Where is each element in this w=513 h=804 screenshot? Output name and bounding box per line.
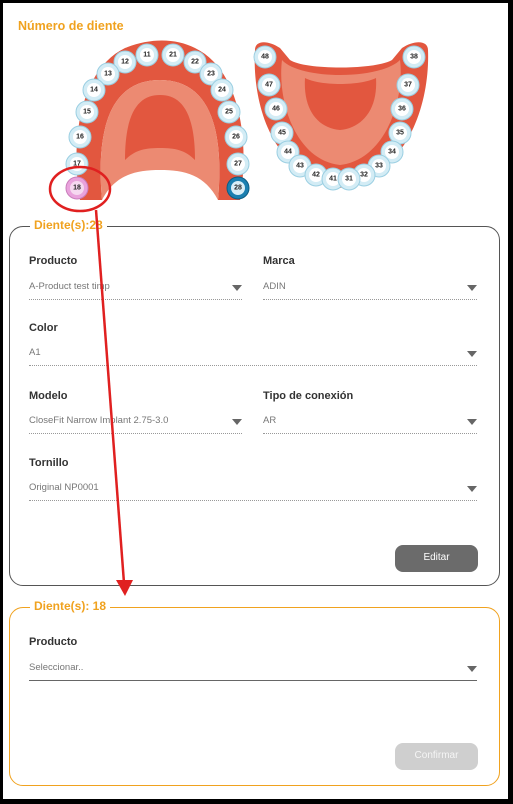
tooth-number: 36	[398, 106, 406, 113]
producto-select[interactable]: Seleccionar..	[29, 658, 477, 681]
tooth-number: 47	[265, 82, 273, 89]
color-value: A1	[29, 347, 41, 358]
tooth-48[interactable]: 48	[253, 45, 277, 69]
chevron-down-icon	[467, 351, 477, 357]
modelo-label: Modelo	[29, 390, 68, 402]
tooth-46[interactable]: 46	[264, 97, 288, 121]
edit-button[interactable]: Editar	[395, 545, 478, 572]
producto-label: Producto	[29, 255, 78, 267]
tooth-number: 43	[296, 163, 304, 170]
tornillo-select[interactable]: Original NP0001	[29, 478, 477, 501]
color-select[interactable]: A1	[29, 343, 477, 366]
tooth-number: 32	[360, 172, 368, 179]
marca-value: ADIN	[263, 281, 286, 292]
tooth-31[interactable]: 31	[337, 167, 361, 191]
tooth-number: 48	[261, 54, 269, 61]
tooth-number: 41	[329, 176, 337, 183]
marca-label: Marca	[263, 255, 295, 267]
app-frame: Número de diente 11 21 12 22 13 23 14 24 15 25 16 2…	[3, 3, 508, 799]
tooth-38[interactable]: 38	[402, 45, 426, 69]
lower-jaw-chart: 48 38 47 37 46 36 45 35 44 34 43 33 42 32 41 31	[253, 42, 429, 191]
tornillo-value: Original NP0001	[29, 482, 99, 493]
tooth-37[interactable]: 37	[396, 73, 420, 97]
producto-label: Producto	[29, 636, 78, 648]
card-legend: Diente(s): 18	[30, 599, 111, 613]
chevron-down-icon	[232, 285, 242, 291]
chevron-down-icon	[232, 419, 242, 425]
tooth-28-card: Diente(s):28 Producto A-Product test tim…	[9, 218, 500, 586]
conexion-select[interactable]: AR	[263, 411, 477, 434]
tooth-number: 35	[396, 130, 404, 137]
tooth-number: 34	[388, 149, 396, 156]
tooth-number: 46	[272, 106, 280, 113]
confirm-button[interactable]: Confirmar	[395, 743, 478, 770]
tooth-number: 42	[312, 172, 320, 179]
conexion-label: Tipo de conexión	[263, 390, 354, 402]
card-legend: Diente(s):28	[30, 218, 107, 232]
tooth-number: 33	[375, 163, 383, 170]
chevron-down-icon	[467, 666, 477, 672]
tooth-number: 45	[278, 130, 286, 137]
chevron-down-icon	[467, 285, 477, 291]
conexion-value: AR	[263, 415, 277, 426]
tooth-number: 44	[284, 149, 292, 156]
chevron-down-icon	[467, 486, 477, 492]
tooth-number: 38	[410, 54, 418, 61]
producto-value: A-Product test timp	[29, 281, 110, 292]
producto-placeholder: Seleccionar..	[29, 662, 84, 673]
tooth-47[interactable]: 47	[257, 73, 281, 97]
color-label: Color	[29, 322, 58, 334]
marca-select[interactable]: ADIN	[263, 277, 477, 300]
tooth-number: 37	[404, 82, 412, 89]
modelo-value: CloseFit Narrow Implant 2.75-3.0	[29, 415, 169, 426]
modelo-select[interactable]: CloseFit Narrow Implant 2.75-3.0	[29, 411, 242, 434]
tooth-18-card: Diente(s): 18 Producto Seleccionar.. Con…	[9, 599, 500, 786]
chevron-down-icon	[467, 419, 477, 425]
tooth-36[interactable]: 36	[390, 97, 414, 121]
producto-select[interactable]: A-Product test timp	[29, 277, 242, 300]
tornillo-label: Tornillo	[29, 457, 69, 469]
tooth-number: 31	[345, 176, 353, 183]
